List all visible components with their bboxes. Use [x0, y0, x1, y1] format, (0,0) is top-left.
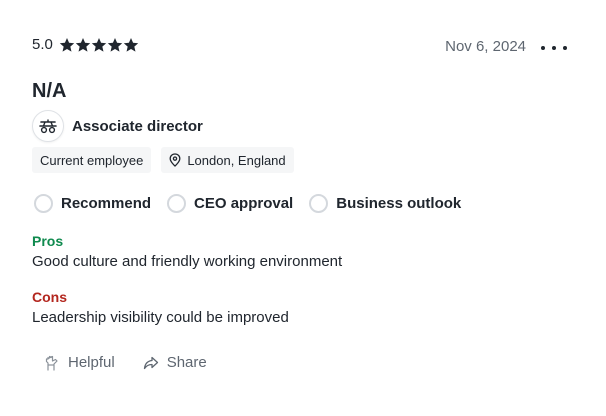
- reviewer-tags: Current employee London, England: [32, 147, 304, 173]
- helpful-button[interactable]: Helpful: [44, 354, 115, 371]
- rating-indicators: Recommend CEO approval Business outlook: [34, 194, 477, 213]
- star-icon: [59, 37, 75, 53]
- location-label: London, England: [187, 152, 286, 168]
- star-icon: [107, 37, 123, 53]
- location-tag: London, England: [161, 147, 294, 173]
- review-title: N/A: [32, 80, 67, 102]
- more-options-icon: [541, 46, 545, 50]
- rating-row: 5.0: [32, 36, 139, 53]
- neutral-circle-icon: [309, 194, 329, 213]
- more-options-icon-dot: [552, 46, 556, 50]
- indicator-recommend: Recommend: [34, 194, 151, 213]
- pros-heading: Pros: [32, 233, 64, 249]
- neutral-circle-icon: [34, 194, 53, 213]
- more-options-icon-dot: [563, 46, 567, 50]
- indicator-business-outlook: Business outlook: [309, 194, 461, 213]
- review-actions: Helpful Share: [44, 354, 235, 371]
- star-icon: [75, 37, 91, 53]
- neutral-circle-icon: [167, 194, 187, 213]
- share-label: Share: [166, 354, 207, 371]
- indicator-label: Business outlook: [336, 195, 462, 212]
- star-icon: [91, 37, 107, 53]
- star-icon: [123, 37, 139, 53]
- more-options-button[interactable]: [541, 38, 567, 58]
- job-title-row: Associate director: [32, 110, 203, 142]
- job-title: Associate director: [72, 117, 203, 135]
- indicator-label: CEO approval: [194, 195, 294, 212]
- rating-value: 5.0: [32, 36, 53, 53]
- review-card: 5.0 Nov 6, 2024 N/A Associate director C…: [0, 0, 606, 416]
- employment-status-label: Current employee: [40, 152, 144, 168]
- employment-status-tag: Current employee: [32, 147, 152, 173]
- helpful-hand-icon: [45, 355, 58, 371]
- cons-text: Leadership visibility could be improved: [32, 309, 289, 326]
- indicator-ceo-approval: CEO approval: [167, 194, 293, 213]
- cons-heading: Cons: [32, 289, 67, 305]
- share-button[interactable]: Share: [143, 354, 207, 371]
- review-date: Nov 6, 2024: [445, 38, 526, 55]
- star-rating: [59, 37, 139, 53]
- indicator-label: Recommend: [61, 195, 152, 212]
- employer-logo-icon: [32, 110, 64, 142]
- helpful-label: Helpful: [68, 354, 115, 371]
- location-pin-icon: [169, 153, 181, 167]
- pros-text: Good culture and friendly working enviro…: [32, 253, 343, 270]
- share-arrow-icon: [143, 356, 158, 369]
